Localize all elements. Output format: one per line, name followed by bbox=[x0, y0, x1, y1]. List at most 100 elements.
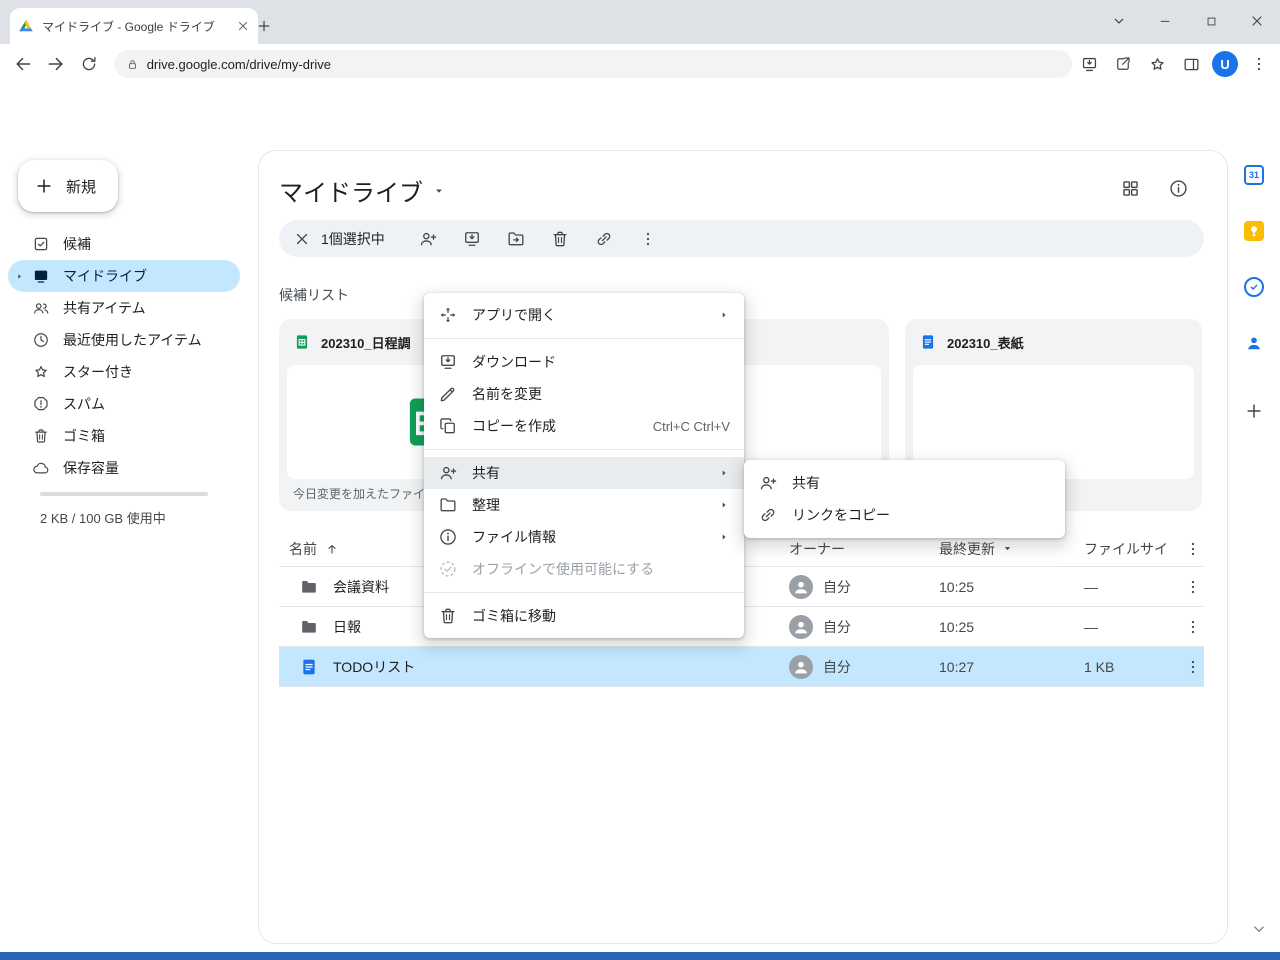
window-bottom-edge bbox=[0, 952, 1280, 960]
tab-close-icon[interactable] bbox=[236, 19, 250, 33]
bookmark-star-icon[interactable] bbox=[1140, 47, 1174, 81]
file-size: 1 KB bbox=[1066, 659, 1178, 675]
copy-link-button[interactable] bbox=[589, 224, 619, 254]
selection-toolbar: 1個選択中 bbox=[279, 220, 1204, 257]
side-panel-icon[interactable] bbox=[1174, 47, 1208, 81]
browser-tab[interactable]: マイドライブ - Google ドライブ bbox=[10, 8, 258, 44]
star-icon bbox=[32, 363, 50, 381]
share-person-add-button[interactable] bbox=[413, 224, 443, 254]
browser-toolbar: drive.google.com/drive/my-drive U bbox=[0, 44, 1280, 84]
open-with-icon bbox=[438, 305, 458, 325]
trash-icon bbox=[438, 606, 458, 626]
people-icon bbox=[32, 299, 50, 317]
address-bar[interactable]: drive.google.com/drive/my-drive bbox=[114, 50, 1072, 78]
share-icon[interactable] bbox=[1106, 47, 1140, 81]
my-drive-icon bbox=[32, 267, 50, 285]
tab-search-chevron-icon[interactable] bbox=[1102, 4, 1136, 38]
browser-window: マイドライブ - Google ドライブ drive.google.com/dr… bbox=[0, 0, 1280, 960]
rename-pencil-icon bbox=[438, 384, 458, 404]
install-icon[interactable] bbox=[1072, 47, 1106, 81]
modified-time: 10:27 bbox=[921, 659, 1066, 675]
title-dropdown-caret-icon[interactable] bbox=[432, 184, 446, 198]
card-header: 202310_表紙 bbox=[905, 319, 1202, 365]
person-add-icon bbox=[758, 473, 778, 493]
submenu-caret-icon bbox=[718, 531, 730, 543]
more-actions-button[interactable] bbox=[633, 224, 663, 254]
sidebar-item-storage[interactable]: 保存容量 bbox=[8, 452, 240, 484]
sidebar-item-my-drive[interactable]: マイドライブ bbox=[8, 260, 240, 292]
table-row-selected[interactable]: TODOリスト 自分 10:27 1 KB bbox=[279, 647, 1204, 687]
menu-divider bbox=[424, 592, 744, 593]
minimize-button[interactable] bbox=[1148, 4, 1182, 38]
side-panel-rail: 31 bbox=[1228, 150, 1280, 950]
lock-icon[interactable] bbox=[126, 58, 139, 71]
shortcut-label: Ctrl+C Ctrl+V bbox=[653, 419, 730, 434]
copy-icon bbox=[438, 416, 458, 436]
window-close-button[interactable] bbox=[1240, 4, 1274, 38]
owner-avatar bbox=[789, 655, 813, 679]
calendar-icon[interactable]: 31 bbox=[1243, 164, 1265, 186]
download-button[interactable] bbox=[457, 224, 487, 254]
menu-item-open-with[interactable]: アプリで開く bbox=[424, 299, 744, 331]
row-menu-icon[interactable] bbox=[1178, 652, 1208, 682]
submenu-item-copy-link[interactable]: リンクをコピー bbox=[744, 499, 1065, 531]
drive-favicon-icon bbox=[18, 18, 34, 34]
header-more-icon[interactable] bbox=[1178, 534, 1208, 564]
context-menu: アプリで開く ダウンロード 名前を変更 コピーを作成 Ctrl+C Ctrl+V… bbox=[424, 293, 744, 638]
spam-icon bbox=[32, 395, 50, 413]
clock-icon bbox=[32, 331, 50, 349]
header-size[interactable]: ファイルサイ bbox=[1066, 539, 1178, 559]
move-to-folder-button[interactable] bbox=[501, 224, 531, 254]
reload-button[interactable] bbox=[72, 47, 105, 81]
menu-item-file-info[interactable]: ファイル情報 bbox=[424, 521, 744, 553]
sidebar-item-recent[interactable]: 最近使用したアイテム bbox=[8, 324, 240, 356]
sidebar-item-suggested[interactable]: 候補 bbox=[8, 228, 240, 260]
new-tab-button[interactable] bbox=[250, 12, 278, 40]
trash-button[interactable] bbox=[545, 224, 575, 254]
card-title: 202310_日程調 bbox=[321, 333, 411, 352]
sidebar-item-spam[interactable]: スパム bbox=[8, 388, 240, 420]
sidebar-item-trash[interactable]: ゴミ箱 bbox=[8, 420, 240, 452]
download-icon bbox=[438, 352, 458, 372]
storage-usage-text: 2 KB / 100 GB 使用中 bbox=[40, 508, 166, 527]
tab-strip: マイドライブ - Google ドライブ bbox=[0, 0, 1280, 44]
keep-icon[interactable] bbox=[1243, 220, 1265, 242]
browser-profile-avatar[interactable]: U bbox=[1208, 47, 1242, 81]
contacts-icon[interactable] bbox=[1243, 332, 1265, 354]
layout-toggle-button[interactable] bbox=[1115, 173, 1145, 203]
menu-item-download[interactable]: ダウンロード bbox=[424, 346, 744, 378]
forward-button[interactable] bbox=[39, 47, 72, 81]
tasks-icon[interactable] bbox=[1243, 276, 1265, 298]
menu-item-move-to-trash[interactable]: ゴミ箱に移動 bbox=[424, 600, 744, 632]
trash-icon bbox=[32, 427, 50, 445]
storage-progress-bar bbox=[40, 492, 208, 496]
menu-item-share[interactable]: 共有 bbox=[424, 457, 744, 489]
details-info-button[interactable] bbox=[1163, 173, 1193, 203]
row-menu-icon[interactable] bbox=[1178, 612, 1208, 642]
menu-item-organize[interactable]: 整理 bbox=[424, 489, 744, 521]
expand-caret-icon[interactable] bbox=[14, 271, 25, 282]
clear-selection-button[interactable] bbox=[287, 224, 317, 254]
row-menu-icon[interactable] bbox=[1178, 572, 1208, 602]
file-size: — bbox=[1066, 579, 1178, 595]
modified-time: 10:25 bbox=[921, 619, 1066, 635]
scroll-down-chevron-icon[interactable] bbox=[1250, 920, 1268, 938]
menu-divider bbox=[424, 338, 744, 339]
sidebar-item-starred[interactable]: スター付き bbox=[8, 356, 240, 388]
back-button[interactable] bbox=[6, 47, 39, 81]
tab-title: マイドライブ - Google ドライブ bbox=[42, 18, 228, 35]
get-addons-plus-icon[interactable] bbox=[1243, 400, 1265, 422]
sidebar-item-shared[interactable]: 共有アイテム bbox=[8, 292, 240, 324]
menu-item-make-copy[interactable]: コピーを作成 Ctrl+C Ctrl+V bbox=[424, 410, 744, 442]
new-button[interactable]: 新規 bbox=[18, 160, 118, 212]
header-owner[interactable]: オーナー bbox=[789, 539, 921, 559]
header-modified[interactable]: 最終更新 bbox=[921, 539, 1066, 559]
page-title[interactable]: マイドライブ bbox=[279, 173, 446, 208]
owner-name: 自分 bbox=[823, 617, 851, 637]
browser-menu-icon[interactable] bbox=[1242, 47, 1276, 81]
submenu-item-share[interactable]: 共有 bbox=[744, 467, 1065, 499]
maximize-button[interactable] bbox=[1194, 4, 1228, 38]
sort-ascending-icon bbox=[325, 542, 339, 556]
cloud-icon bbox=[32, 459, 50, 477]
menu-item-rename[interactable]: 名前を変更 bbox=[424, 378, 744, 410]
